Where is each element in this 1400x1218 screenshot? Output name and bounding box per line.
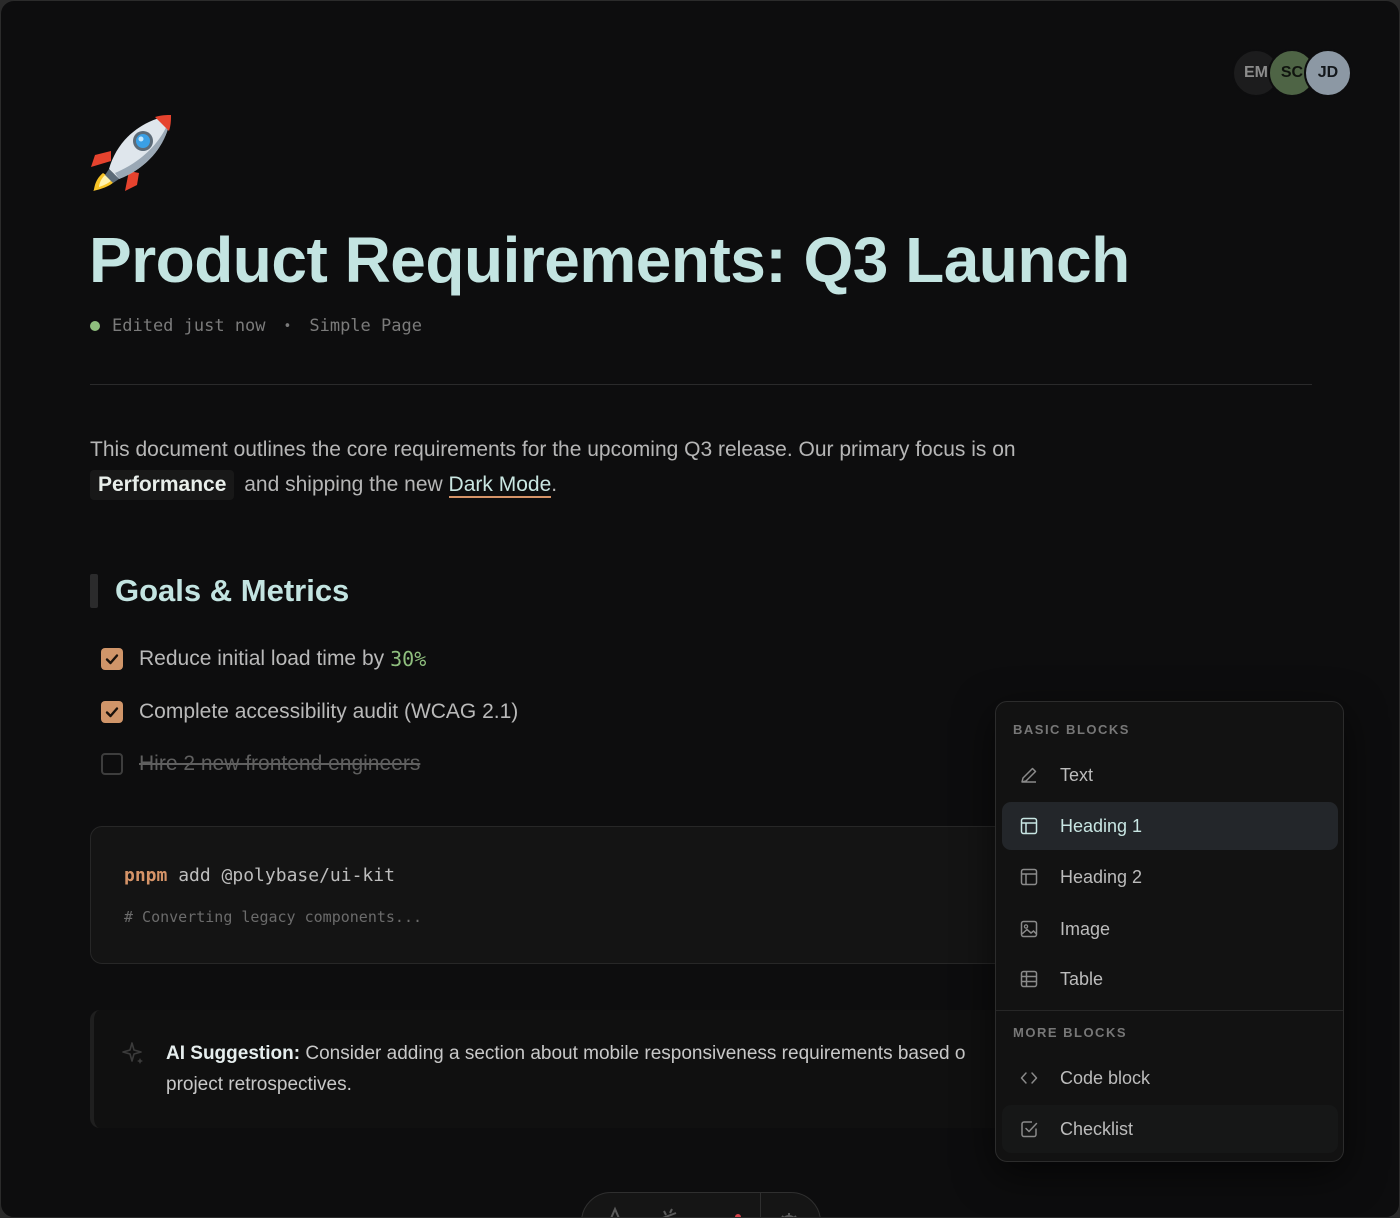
heading-bar xyxy=(90,574,98,608)
editor-window: EM SC JD Product Requirements: Q3 Launch… xyxy=(0,0,1400,1218)
todo-item: Hire 2 new frontend engineers xyxy=(101,752,420,776)
callout-label: AI Suggestion: xyxy=(166,1043,301,1064)
page-type: Simple Page xyxy=(309,316,422,336)
menu-item-label: Table xyxy=(1060,968,1104,989)
checkbox-checked[interactable] xyxy=(101,648,123,670)
menu-item-label: Image xyxy=(1060,918,1111,939)
intro-text-1: This document outlines the core requirem… xyxy=(90,438,1016,461)
meta-separator: • xyxy=(283,318,292,334)
menu-item-text[interactable]: Text xyxy=(1002,751,1338,799)
checkbox-unchecked[interactable] xyxy=(101,753,123,775)
layout-icon xyxy=(1020,868,1038,886)
todo-item: Complete accessibility audit (WCAG 2.1) xyxy=(101,700,518,724)
intro-text-2: and shipping the new xyxy=(238,473,449,496)
menu-item-table[interactable]: Table xyxy=(1002,955,1338,1003)
code-line: pnpm add @polybase/ui-kit xyxy=(124,865,395,886)
menu-item-heading-2[interactable]: Heading 2 xyxy=(1002,853,1338,901)
menu-item-code-block[interactable]: Code block xyxy=(1002,1054,1338,1102)
menu-item-label: Heading 2 xyxy=(1060,866,1143,887)
block-insert-menu: BASIC BLOCKS Text Heading 1 Heading 2 Im… xyxy=(995,701,1344,1162)
comment-icon[interactable] xyxy=(712,1203,742,1218)
collaborator-avatars: EM SC JD xyxy=(1232,49,1352,97)
code-comment: # Converting legacy components... xyxy=(124,908,423,926)
menu-item-image[interactable]: Image xyxy=(1002,905,1338,953)
todo-text[interactable]: Complete accessibility audit (WCAG 2.1) xyxy=(139,700,518,724)
layout-icon xyxy=(1020,817,1038,835)
settings-icon[interactable] xyxy=(774,1203,804,1218)
menu-item-label: Heading 1 xyxy=(1060,815,1143,836)
highlight-performance: Performance xyxy=(90,470,235,500)
code-block[interactable]: pnpm add @polybase/ui-kit # Converting l… xyxy=(90,826,1090,964)
section-heading-text: Goals & Metrics xyxy=(115,573,350,608)
page-title[interactable]: Product Requirements: Q3 Launch xyxy=(89,223,1130,297)
callout-body: Consider adding a section about mobile r… xyxy=(300,1043,966,1064)
checkbox-checked[interactable] xyxy=(101,701,123,723)
code-icon xyxy=(1020,1072,1038,1084)
rocket-icon[interactable] xyxy=(89,111,175,197)
code-args: add @polybase/ui-kit xyxy=(167,865,395,886)
text-format-icon[interactable] xyxy=(600,1203,630,1218)
title-divider xyxy=(90,384,1312,385)
avatar-jd[interactable]: JD xyxy=(1304,49,1352,97)
check-icon xyxy=(105,707,119,718)
menu-item-label: Text xyxy=(1060,764,1094,785)
status-dot xyxy=(90,321,100,331)
edit-status: Edited just now xyxy=(112,316,266,336)
toolbar-divider xyxy=(760,1193,761,1217)
link-dark-mode[interactable]: Dark Mode xyxy=(448,473,552,498)
todo-item: Reduce initial load time by 30% xyxy=(101,647,426,671)
intro-text-3: . xyxy=(551,473,558,496)
page-meta: Edited just now • Simple Page xyxy=(90,316,422,336)
menu-divider xyxy=(996,1010,1343,1011)
menu-section-more: MORE BLOCKS xyxy=(1013,1025,1127,1040)
check-icon xyxy=(105,654,119,665)
menu-item-label: Code block xyxy=(1060,1067,1151,1088)
code-command: pnpm xyxy=(124,865,168,886)
section-heading[interactable]: Goals & Metrics xyxy=(90,573,349,609)
ai-suggestion-callout[interactable]: AI Suggestion: Consider adding a section… xyxy=(90,1010,1090,1128)
todo-text[interactable]: Reduce initial load time by xyxy=(139,647,384,671)
checkbox-icon xyxy=(1021,1121,1038,1138)
menu-item-heading-1[interactable]: Heading 1 xyxy=(1002,802,1338,850)
menu-section-basic: BASIC BLOCKS xyxy=(1013,722,1130,737)
image-icon xyxy=(1020,920,1038,938)
magic-wand-icon[interactable] xyxy=(654,1203,684,1218)
pencil-icon xyxy=(1021,767,1037,783)
floating-toolbar xyxy=(581,1192,821,1218)
intro-paragraph[interactable]: This document outlines the core requirem… xyxy=(90,432,1140,502)
callout-body-line2: project retrospectives. xyxy=(166,1074,352,1095)
callout-text: AI Suggestion: Consider adding a section… xyxy=(166,1038,1066,1100)
todo-metric: 30% xyxy=(390,647,427,671)
table-icon xyxy=(1020,970,1038,988)
menu-item-checklist[interactable]: Checklist xyxy=(1002,1105,1338,1153)
todo-text[interactable]: Hire 2 new frontend engineers xyxy=(139,752,420,776)
sparkle-icon xyxy=(122,1042,143,1064)
menu-item-label: Checklist xyxy=(1060,1118,1134,1139)
